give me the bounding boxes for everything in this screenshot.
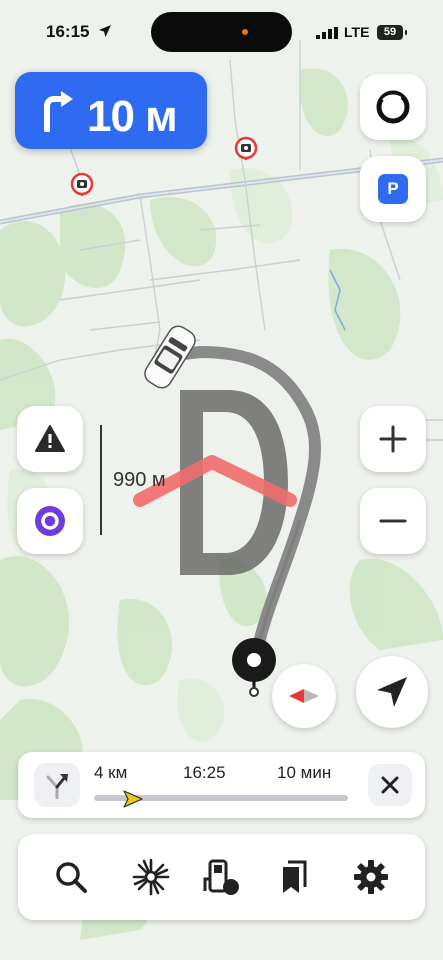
parking-button[interactable]: P bbox=[360, 156, 426, 222]
route-distance: 4 км bbox=[94, 763, 128, 782]
navigation-arrow-icon bbox=[377, 677, 407, 707]
scale-label: 990 м bbox=[113, 469, 166, 491]
report-incident-button[interactable] bbox=[17, 406, 83, 472]
scale-bar bbox=[100, 425, 102, 535]
battery-tip bbox=[405, 30, 407, 35]
signal-bars-icon bbox=[316, 27, 338, 39]
recording-indicator-dot bbox=[242, 29, 248, 35]
maneuver-card[interactable]: 10 м bbox=[15, 72, 207, 149]
discovery-button[interactable] bbox=[128, 854, 174, 900]
route-progress-pointer bbox=[123, 790, 144, 808]
sparkle-icon bbox=[132, 858, 170, 896]
compass-button[interactable] bbox=[272, 664, 336, 728]
route-duration: 10 мин bbox=[277, 763, 332, 782]
alice-icon bbox=[35, 506, 65, 536]
compass-needle-icon bbox=[289, 689, 319, 703]
search-icon bbox=[56, 862, 87, 893]
close-icon bbox=[381, 776, 399, 794]
battery-indicator: 59 bbox=[377, 25, 403, 40]
minus-icon bbox=[379, 519, 407, 523]
fuel-station-icon bbox=[203, 859, 239, 895]
speed-camera-marker[interactable] bbox=[234, 136, 258, 160]
fuel-station-button[interactable] bbox=[198, 854, 244, 900]
dynamic-island bbox=[151, 12, 292, 52]
alice-voice-button-top[interactable] bbox=[360, 74, 426, 140]
zoom-in-button[interactable] bbox=[360, 406, 426, 472]
fork-route-icon bbox=[46, 774, 68, 799]
bookmarks-icon bbox=[283, 860, 307, 893]
search-button[interactable] bbox=[48, 854, 94, 900]
close-route-button[interactable] bbox=[368, 764, 412, 806]
alice-ring-icon bbox=[376, 90, 410, 124]
settings-button[interactable] bbox=[348, 854, 394, 900]
settings-gear-icon bbox=[354, 860, 388, 894]
bottom-toolbar bbox=[18, 834, 425, 920]
location-arrow-icon bbox=[99, 25, 111, 37]
status-bar: 16:15 LTE 59 bbox=[0, 0, 443, 60]
zoom-out-button[interactable] bbox=[360, 488, 426, 554]
route-info-bar[interactable]: 4 км 16:25 10 мин bbox=[18, 752, 425, 818]
speed-camera-marker[interactable] bbox=[70, 172, 94, 196]
warning-icon bbox=[35, 425, 65, 452]
status-time: 16:15 bbox=[46, 22, 90, 41]
route-options-button[interactable] bbox=[34, 763, 80, 807]
alice-assistant-button[interactable] bbox=[17, 488, 83, 554]
my-location-button[interactable] bbox=[356, 656, 428, 728]
parking-icon: P bbox=[378, 174, 408, 204]
plus-icon bbox=[379, 425, 407, 453]
maneuver-distance: 10 м bbox=[87, 92, 178, 141]
network-type: LTE bbox=[344, 24, 370, 40]
arrival-time: 16:25 bbox=[183, 763, 226, 782]
turn-right-icon bbox=[44, 91, 73, 132]
bookmarks-button[interactable] bbox=[271, 854, 317, 900]
